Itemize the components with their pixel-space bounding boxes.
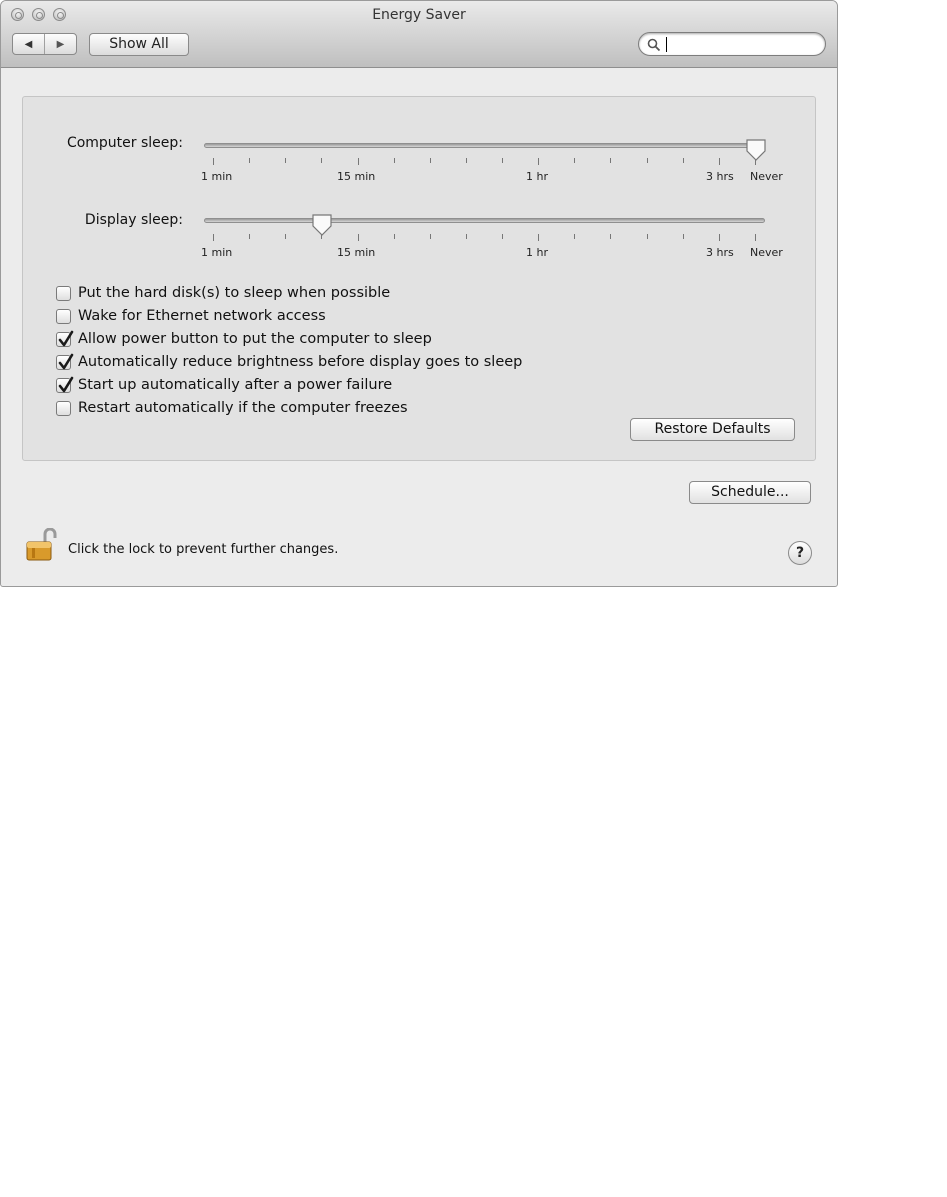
slider-tick xyxy=(502,234,503,239)
display-sleep-tick-3hrs: 3 hrs xyxy=(706,246,734,259)
slider-tick xyxy=(538,158,539,165)
checkbox-unchecked[interactable] xyxy=(56,308,71,324)
restore-defaults-button[interactable]: Restore Defaults xyxy=(630,418,795,441)
slider-tick xyxy=(430,234,431,239)
display-sleep-tick-1min: 1 min xyxy=(201,246,233,259)
slider-tick xyxy=(647,234,648,239)
slider-tick xyxy=(647,158,648,163)
window-title: Energy Saver xyxy=(372,7,466,23)
lock-status-text: Click the lock to prevent further change… xyxy=(68,542,339,557)
slider-tick xyxy=(683,234,684,239)
option-label: Start up automatically after a power fai… xyxy=(78,377,393,393)
slider-tick xyxy=(285,158,286,163)
option-label: Wake for Ethernet network access xyxy=(78,308,326,324)
slider-tick xyxy=(249,158,250,163)
unlocked-padlock-icon xyxy=(26,528,57,561)
option-row[interactable]: Restart automatically if the computer fr… xyxy=(56,398,408,418)
text-cursor xyxy=(666,37,667,52)
computer-sleep-tick-1hr: 1 hr xyxy=(526,170,548,183)
slider-tick xyxy=(719,158,720,165)
slider-tick xyxy=(610,234,611,239)
slider-tick xyxy=(285,234,286,239)
search-field[interactable] xyxy=(638,32,826,56)
slider-tick xyxy=(683,158,684,163)
option-row[interactable]: Start up automatically after a power fai… xyxy=(56,375,392,395)
computer-sleep-tick-3hrs: 3 hrs xyxy=(706,170,734,183)
display-sleep-tick-1hr: 1 hr xyxy=(526,246,548,259)
slider-tick xyxy=(719,234,720,241)
computer-sleep-tick-never: Never xyxy=(750,170,783,183)
lock-button[interactable] xyxy=(26,528,62,562)
help-button[interactable]: ? xyxy=(788,541,812,565)
option-row[interactable]: Automatically reduce brightness before d… xyxy=(56,352,522,372)
slider-tick xyxy=(755,234,756,241)
slider-tick xyxy=(213,234,214,241)
slider-tick xyxy=(574,158,575,163)
slider-tick xyxy=(321,158,322,163)
show-all-button[interactable]: Show All xyxy=(89,33,189,56)
display-sleep-tick-15min: 15 min xyxy=(337,246,376,259)
option-label: Allow power button to put the computer t… xyxy=(78,331,432,347)
slider-tick xyxy=(358,234,359,241)
option-label: Automatically reduce brightness before d… xyxy=(78,354,523,370)
slider-tick xyxy=(574,234,575,239)
slider-tick xyxy=(466,234,467,239)
slider-tick xyxy=(430,158,431,163)
checkmark-icon xyxy=(58,330,74,346)
back-arrow-icon[interactable]: ◀ xyxy=(13,34,45,54)
slider-tick xyxy=(213,158,214,165)
slider-tick xyxy=(358,158,359,165)
display-sleep-slider[interactable] xyxy=(204,218,765,223)
computer-sleep-slider-knob[interactable] xyxy=(745,138,767,162)
display-sleep-label: Display sleep: xyxy=(84,212,183,228)
option-row[interactable]: Put the hard disk(s) to sleep when possi… xyxy=(56,283,390,303)
checkbox-checked[interactable] xyxy=(56,376,74,393)
slider-tick xyxy=(249,234,250,239)
option-label: Put the hard disk(s) to sleep when possi… xyxy=(78,285,391,301)
display-sleep-tick-never: Never xyxy=(750,246,783,259)
display-sleep-slider-knob[interactable] xyxy=(311,213,333,237)
energy-saver-window: Energy Saver ◀ ▶ Show All Computer sleep… xyxy=(0,0,838,587)
checkbox-unchecked[interactable] xyxy=(56,400,71,416)
checkbox-checked[interactable] xyxy=(56,353,74,370)
back-forward-control: ◀ ▶ xyxy=(12,33,77,55)
slider-tick xyxy=(502,158,503,163)
computer-sleep-label: Computer sleep: xyxy=(66,135,183,151)
slider-tick xyxy=(394,158,395,163)
option-row[interactable]: Wake for Ethernet network access xyxy=(56,306,326,326)
search-icon xyxy=(647,38,661,52)
slider-tick xyxy=(538,234,539,241)
computer-sleep-slider[interactable] xyxy=(204,143,765,148)
computer-sleep-tick-1min: 1 min xyxy=(201,170,233,183)
computer-sleep-tick-15min: 15 min xyxy=(337,170,376,183)
checkmark-icon xyxy=(58,376,74,392)
option-row[interactable]: Allow power button to put the computer t… xyxy=(56,329,432,349)
checkmark-icon xyxy=(58,353,74,369)
checkbox-checked[interactable] xyxy=(56,330,74,347)
slider-tick xyxy=(394,234,395,239)
slider-tick xyxy=(466,158,467,163)
checkbox-unchecked[interactable] xyxy=(56,285,71,301)
option-label: Restart automatically if the computer fr… xyxy=(78,400,408,416)
forward-arrow-icon[interactable]: ▶ xyxy=(45,34,76,54)
schedule-button[interactable]: Schedule... xyxy=(689,481,811,504)
title-bar: Energy Saver ◀ ▶ Show All xyxy=(1,1,837,68)
slider-tick xyxy=(610,158,611,163)
